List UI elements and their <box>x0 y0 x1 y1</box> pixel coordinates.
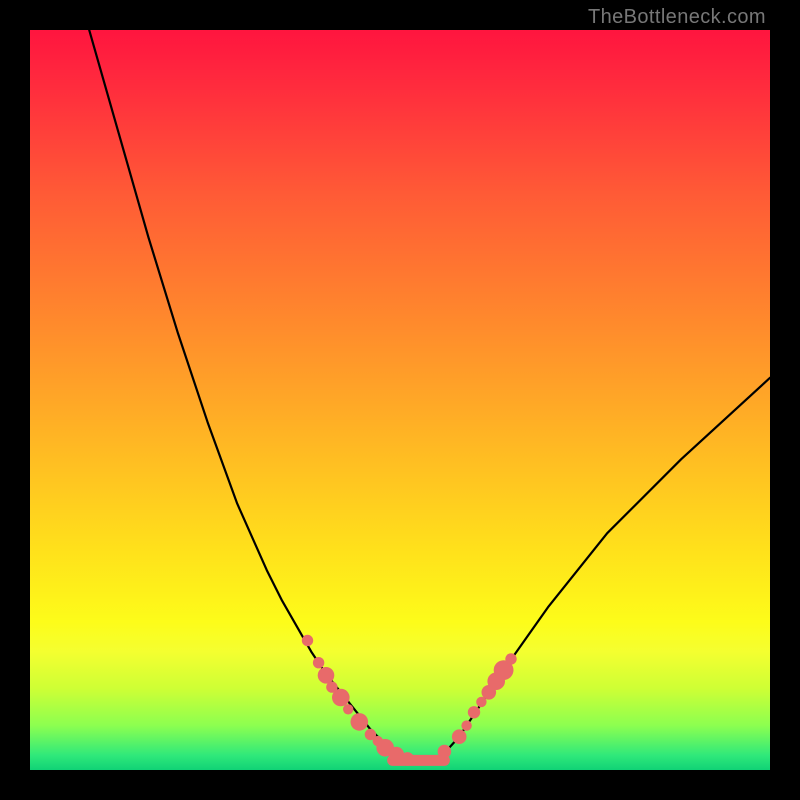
highlight-dots <box>302 635 517 766</box>
chart-svg <box>30 30 770 770</box>
curve-line <box>89 30 770 761</box>
watermark-text: TheBottleneck.com <box>588 6 766 29</box>
plot-area <box>30 30 770 770</box>
chart-frame: TheBottleneck.com <box>0 0 800 800</box>
